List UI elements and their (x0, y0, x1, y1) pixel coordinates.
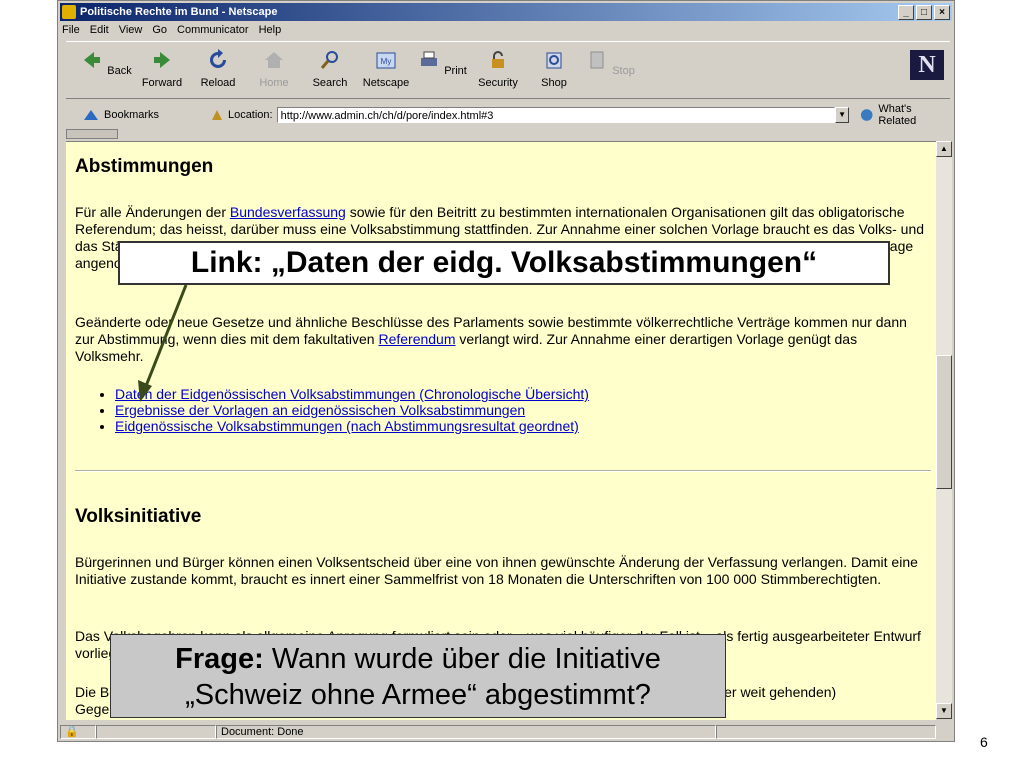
lock-icon (492, 51, 504, 68)
search-button[interactable]: Search (304, 48, 356, 89)
divider (75, 470, 931, 472)
question-label: Frage: (175, 643, 264, 675)
list-item: Daten der Eidgenössischen Volksabstimmun… (115, 386, 915, 402)
heading-volksinitiative: Volksinitiative (75, 506, 202, 527)
forward-button[interactable]: Forward (136, 48, 188, 89)
minimize-button[interactable]: _ (898, 4, 914, 20)
link-bundesverfassung[interactable]: Bundesverfassung (230, 204, 346, 220)
maximize-button[interactable]: □ (916, 4, 932, 20)
vertical-scrollbar[interactable]: ▲ ▼ (936, 141, 952, 719)
back-button[interactable]: Back (80, 48, 132, 77)
link-callout: Link: „Daten der eidg. Volksabstimmungen… (118, 241, 890, 285)
print-icon (421, 51, 438, 66)
menu-help[interactable]: Help (259, 24, 282, 36)
whats-related-button[interactable]: What's Related (859, 103, 950, 127)
link-ergebnisse-vorlagen[interactable]: Ergebnisse der Vorlagen an eidgenössisch… (115, 402, 525, 418)
heading-abstimmungen: Abstimmungen (75, 156, 214, 177)
url-input[interactable]: http://www.admin.ch/ch/d/pore/index.html… (276, 107, 836, 123)
netscape-app-icon (62, 5, 76, 19)
component-bar[interactable] (716, 725, 936, 739)
location-icon (211, 110, 222, 120)
stop-button[interactable]: Stop (584, 48, 636, 77)
browser-window: Politische Rechte im Bund - Netscape _ □… (57, 0, 955, 742)
menu-go[interactable]: Go (152, 24, 167, 36)
scroll-thumb[interactable] (936, 355, 952, 489)
security-status-icon[interactable]: 🔒 (60, 725, 96, 739)
list-item: Ergebnisse der Vorlagen an eidgenössisch… (115, 402, 915, 418)
back-arrow-icon (84, 52, 101, 68)
list-item: Eidgenössische Volksabstimmungen (nach A… (115, 418, 915, 434)
stop-icon (590, 51, 604, 69)
menu-file[interactable]: File (62, 24, 80, 36)
slide-number: 6 (980, 734, 988, 750)
shop-button[interactable]: Shop (528, 48, 580, 89)
question-callout: Frage: Wann wurde über die Initiative „S… (110, 634, 726, 718)
link-list: Daten der Eidgenössischen Volksabstimmun… (75, 386, 915, 434)
status-text: Document: Done (216, 725, 716, 739)
navigation-toolbar: Back Forward Reload Home Search My Netsc… (66, 41, 950, 99)
netscape-logo[interactable]: N (910, 50, 944, 80)
progress-cell (96, 725, 216, 739)
menu-edit[interactable]: Edit (90, 24, 109, 36)
scroll-up-button[interactable]: ▲ (936, 141, 952, 157)
menu-view[interactable]: View (119, 24, 143, 36)
link-referendum[interactable]: Referendum (378, 331, 455, 347)
reload-icon (210, 49, 226, 68)
url-dropdown-button[interactable]: ▼ (835, 107, 849, 123)
scroll-down-button[interactable]: ▼ (936, 703, 952, 719)
menu-bar: File Edit View Go Communicator Help (62, 22, 281, 38)
home-button[interactable]: Home (248, 48, 300, 89)
window-title: Politische Rechte im Bund - Netscape (80, 6, 278, 18)
netscape-icon: My (376, 52, 396, 69)
location-toolbar: Bookmarks Location: http://www.admin.ch/… (66, 103, 950, 127)
location-label: Location: (227, 109, 273, 121)
status-bar: 🔒 Document: Done (60, 723, 952, 741)
forward-arrow-icon (154, 52, 170, 68)
paragraph-2: Geänderte oder neue Gesetze und ähnliche… (75, 314, 907, 364)
shop-icon (546, 52, 562, 69)
netscape-button[interactable]: My Netscape (360, 48, 412, 89)
paragraph-3: Bürgerinnen und Bürger können einen Volk… (75, 554, 918, 587)
close-button[interactable]: × (934, 4, 950, 20)
print-button[interactable]: Print (416, 48, 468, 77)
menu-communicator[interactable]: Communicator (177, 24, 249, 36)
title-bar[interactable]: Politische Rechte im Bund - Netscape _ □… (60, 3, 952, 21)
toolbar-collapse-tab[interactable] (66, 129, 118, 139)
home-icon (265, 52, 283, 68)
question-text: Wann wurde über die Initiative (263, 643, 661, 675)
svg-text:My: My (381, 57, 392, 66)
question-line-2: „Schweiz ohne Armee“ abgestimmt? (185, 679, 651, 711)
security-button[interactable]: Security (472, 48, 524, 89)
bookmarks-button[interactable]: Bookmarks (82, 108, 198, 122)
bookmark-icon (84, 110, 98, 120)
related-icon (860, 109, 873, 121)
link-daten-volksabstimmungen[interactable]: Daten der Eidgenössischen Volksabstimmun… (115, 386, 589, 402)
search-icon (320, 51, 338, 69)
link-volksabstimmungen-resultat[interactable]: Eidgenössische Volksabstimmungen (nach A… (115, 418, 579, 434)
reload-button[interactable]: Reload (192, 48, 244, 89)
